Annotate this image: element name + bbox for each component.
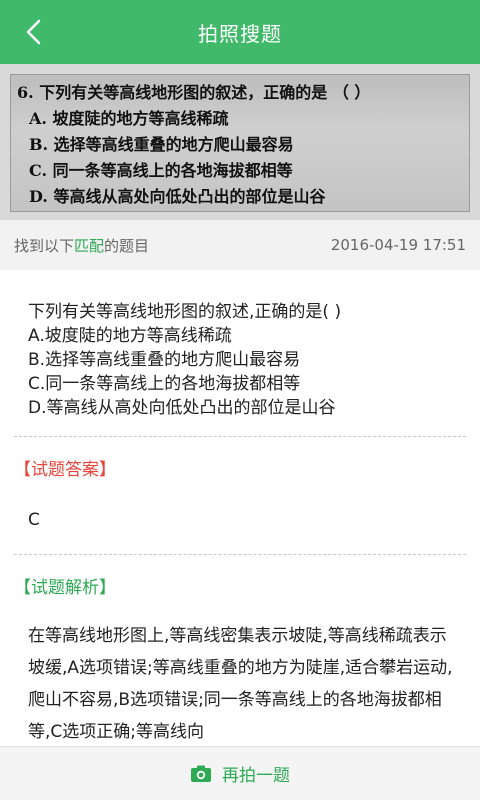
match-highlight: 匹配 [74, 236, 105, 255]
question-option-b: B.选择等高线重叠的地方爬山最容易 [28, 350, 301, 370]
explanation-text: 在等高线地形图上,等高线密集表示坡陡,等高线稀疏表示坡缓,A选项错误;等高线重叠… [28, 626, 453, 742]
answer-value: C [28, 510, 40, 530]
back-button[interactable] [14, 12, 54, 52]
match-suffix: 的题目 [104, 236, 150, 255]
question-option-d: D.等高线从高处向低处凸出的部位是山谷 [28, 398, 336, 418]
question-option-c: C.同一条等高线上的各地海拔都相等 [28, 374, 301, 394]
photo-line: D. 等高线从高处向低处凸出的部位是山谷 [29, 187, 326, 206]
answer-label: 【试题答案】 [14, 460, 116, 480]
photo-line: A. 坡度陡的地方等高线稀疏 [29, 109, 229, 128]
photo-line: C. 同一条等高线上的各地海拔都相等 [29, 161, 293, 180]
divider [14, 436, 466, 437]
photo-line: B. 选择等高线重叠的地方爬山最容易 [29, 135, 294, 154]
explanation-label: 【试题解析】 [14, 578, 116, 598]
divider [14, 554, 466, 555]
match-message: 找到以下匹配的题目 [14, 235, 149, 256]
app-header: 拍照搜题 [0, 0, 480, 64]
match-info-bar: 找到以下匹配的题目 2016-04-19 17:51 [0, 220, 480, 270]
photo-image: 6. 下列有关等高线地形图的叙述，正确的是 （ ） A. 坡度陡的地方等高线稀疏… [10, 74, 470, 212]
page-title: 拍照搜题 [198, 21, 282, 46]
photo-line: 6. 下列有关等高线地形图的叙述，正确的是 （ ） [17, 83, 371, 102]
camera-icon [191, 765, 211, 782]
question-stem: 下列有关等高线地形图的叙述,正确的是( ) [28, 302, 342, 322]
retake-button[interactable]: 再拍一题 [0, 746, 480, 800]
result-content[interactable]: 下列有关等高线地形图的叙述,正确的是( ) A.坡度陡的地方等高线稀疏 B.选择… [0, 270, 480, 746]
match-timestamp: 2016-04-19 17:51 [330, 236, 466, 254]
chevron-left-icon [26, 19, 41, 45]
match-prefix: 找到以下 [14, 236, 75, 255]
captured-photo: 6. 下列有关等高线地形图的叙述，正确的是 （ ） A. 坡度陡的地方等高线稀疏… [0, 64, 480, 220]
retake-label: 再拍一题 [222, 766, 290, 786]
question-option-a: A.坡度陡的地方等高线稀疏 [28, 326, 232, 346]
